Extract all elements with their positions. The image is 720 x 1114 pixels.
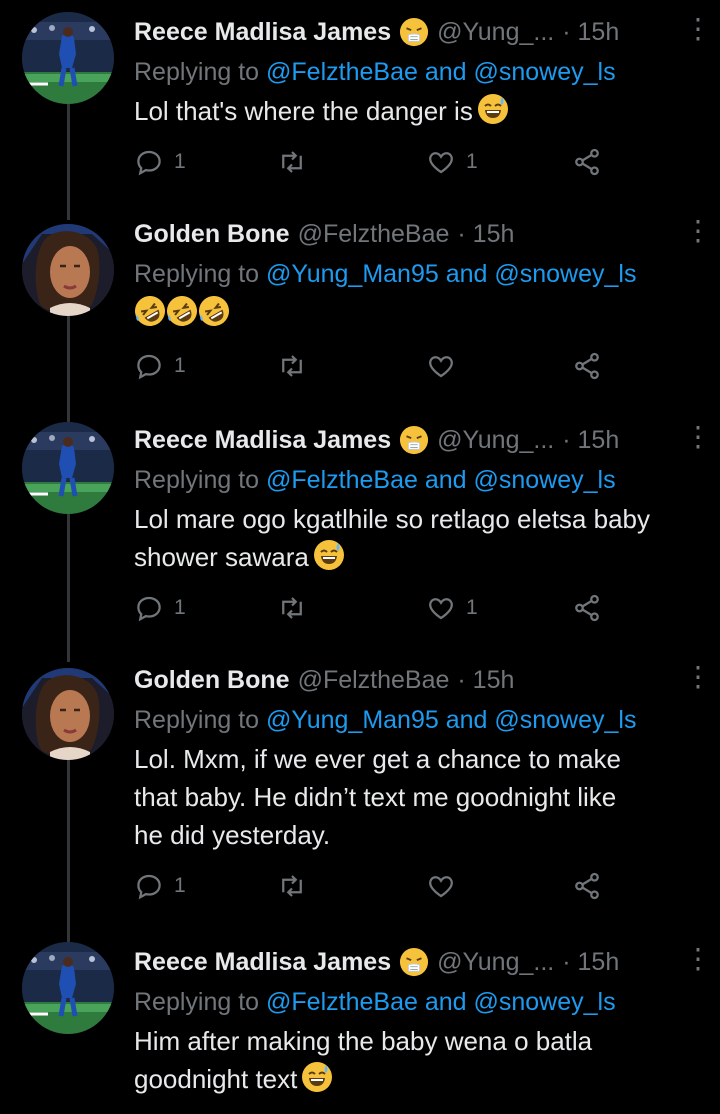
author-name[interactable]: Reece Madlisa James — [134, 420, 391, 460]
tweet-actions: 1 — [134, 346, 692, 386]
share-icon[interactable] — [572, 866, 602, 906]
sweat-smile-emoji — [477, 93, 509, 125]
author-name[interactable]: Golden Bone — [134, 214, 290, 254]
timestamp[interactable]: · 15h — [562, 12, 619, 52]
like-count: 1 — [466, 150, 478, 173]
tweet-text — [134, 294, 692, 332]
avatar[interactable] — [22, 224, 114, 316]
like-icon[interactable] — [426, 346, 456, 386]
reply-count: 1 — [174, 596, 186, 619]
tweet-text-line: goodnight text — [134, 1064, 298, 1094]
retweet-icon[interactable] — [277, 866, 307, 906]
replying-to: Replying to @FelztheBae and @snowey_ls — [134, 988, 616, 1016]
sneezing-face-icon — [399, 17, 429, 47]
tweet-text-line: he did yesterday. — [134, 820, 331, 850]
replying-to: Replying to @Yung_Man95 and @snowey_ls — [134, 260, 637, 288]
tweet-text: Lol mare ogo kgatlhile so retlago eletsa… — [134, 500, 692, 576]
thread-line — [67, 312, 70, 422]
author-handle[interactable]: @Yung_... — [437, 420, 554, 460]
retweet-icon[interactable] — [277, 142, 307, 182]
retweet-icon[interactable] — [277, 346, 307, 386]
share-icon[interactable] — [572, 588, 602, 628]
author-handle[interactable]: @Yung_... — [437, 942, 554, 982]
author-name[interactable]: Reece Madlisa James — [134, 12, 391, 52]
author-handle[interactable]: @FelztheBae — [298, 214, 450, 254]
tweet-actions: 1 1 — [134, 142, 692, 182]
like-count: 1 — [466, 596, 478, 619]
share-icon[interactable] — [572, 142, 602, 182]
timestamp[interactable]: · 15h — [457, 660, 514, 700]
sweat-smile-emoji — [301, 1061, 333, 1093]
replying-to: Replying to @Yung_Man95 and @snowey_ls — [134, 706, 637, 734]
more-icon[interactable]: ⋮ — [684, 423, 712, 454]
tweet-header: Reece Madlisa James @Yung_... · 15h — [134, 420, 680, 460]
like-icon[interactable]: 1 — [426, 588, 478, 628]
replying-to-link[interactable]: @FelztheBae and @snowey_ls — [266, 58, 616, 86]
tweet-text-line: Him after making the baby wena o batla — [134, 1026, 593, 1056]
sneezing-face-icon — [399, 425, 429, 455]
avatar[interactable] — [22, 422, 114, 514]
tweet-actions: 1 — [134, 866, 692, 906]
replying-to: Replying to @FelztheBae and @snowey_ls — [134, 58, 616, 86]
tweet-text-line: Lol mare ogo kgatlhile so retlago eletsa… — [134, 504, 650, 534]
tweet-header: Golden Bone @FelztheBae · 15h — [134, 214, 680, 254]
tweet-text: Him after making the baby wena o batla g… — [134, 1022, 692, 1098]
like-icon[interactable] — [426, 866, 456, 906]
retweet-icon[interactable] — [277, 588, 307, 628]
sweat-smile-emoji — [313, 539, 345, 571]
tweet-text-line: shower sawara — [134, 542, 309, 572]
avatar[interactable] — [22, 668, 114, 760]
author-handle[interactable]: @FelztheBae — [298, 660, 450, 700]
avatar[interactable] — [22, 12, 114, 104]
timestamp[interactable]: · 15h — [562, 942, 619, 982]
tweet-header: Golden Bone @FelztheBae · 15h — [134, 660, 680, 700]
tweet-actions: 1 1 — [134, 588, 692, 628]
more-icon[interactable]: ⋮ — [684, 663, 712, 694]
rofl-emoji — [166, 295, 198, 327]
tweet-text: Lol. Mxm, if we ever get a chance to mak… — [134, 740, 692, 854]
tweet-header: Reece Madlisa James @Yung_... · 15h — [134, 942, 680, 982]
tweet-header: Reece Madlisa James @Yung_... · 15h — [134, 12, 680, 52]
author-handle[interactable]: @Yung_... — [437, 12, 554, 52]
timestamp[interactable]: · 15h — [457, 214, 514, 254]
replying-to-link[interactable]: @Yung_Man95 and @snowey_ls — [266, 706, 636, 734]
reply-count: 1 — [174, 874, 186, 897]
reply-count: 1 — [174, 354, 186, 377]
share-icon[interactable] — [572, 346, 602, 386]
reply-count: 1 — [174, 150, 186, 173]
rofl-emoji — [198, 295, 230, 327]
thread-line — [67, 754, 70, 944]
author-name[interactable]: Golden Bone — [134, 660, 290, 700]
reply-icon[interactable]: 1 — [134, 588, 186, 628]
replying-to-link[interactable]: @Yung_Man95 and @snowey_ls — [266, 260, 636, 288]
more-icon[interactable]: ⋮ — [684, 945, 712, 976]
reply-icon[interactable]: 1 — [134, 142, 186, 182]
like-icon[interactable]: 1 — [426, 142, 478, 182]
tweet-text-line: Lol. Mxm, if we ever get a chance to mak… — [134, 744, 621, 774]
tweet-text: Lol that's where the danger is — [134, 92, 692, 130]
more-icon[interactable]: ⋮ — [684, 15, 712, 46]
tweet-text-line: that baby. He didn’t text me goodnight l… — [134, 782, 617, 812]
reply-icon[interactable]: 1 — [134, 866, 186, 906]
more-icon[interactable]: ⋮ — [684, 217, 712, 248]
sneezing-face-icon — [399, 947, 429, 977]
avatar[interactable] — [22, 942, 114, 1034]
timestamp[interactable]: · 15h — [562, 420, 619, 460]
replying-to-link[interactable]: @FelztheBae and @snowey_ls — [266, 988, 616, 1016]
replying-to: Replying to @FelztheBae and @snowey_ls — [134, 466, 616, 494]
author-name[interactable]: Reece Madlisa James — [134, 942, 391, 982]
rofl-emoji — [134, 295, 166, 327]
thread-line — [67, 104, 70, 220]
reply-icon[interactable]: 1 — [134, 346, 186, 386]
thread-line — [67, 514, 70, 662]
replying-to-link[interactable]: @FelztheBae and @snowey_ls — [266, 466, 616, 494]
